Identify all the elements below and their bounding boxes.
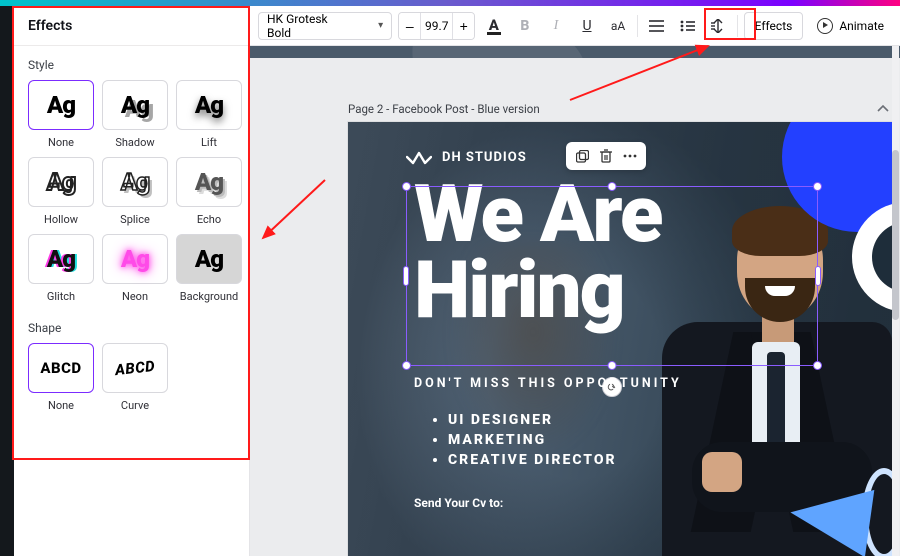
style-label: Echo bbox=[197, 213, 221, 226]
style-label: Shadow bbox=[115, 136, 154, 149]
style-background[interactable]: Ag bbox=[176, 234, 242, 284]
selection-box[interactable]: ⟳ bbox=[406, 186, 818, 366]
style-glitch[interactable]: Ag bbox=[28, 234, 94, 284]
animate-button[interactable]: Animate bbox=[809, 12, 892, 40]
element-context-toolbar bbox=[566, 142, 646, 170]
text-color-button[interactable]: A bbox=[481, 12, 506, 40]
style-shadow[interactable]: Ag bbox=[102, 80, 168, 130]
animate-icon bbox=[817, 18, 833, 34]
shape-grid: ABCD None ABCD Curve bbox=[14, 343, 249, 412]
toolbar-divider bbox=[637, 15, 638, 37]
resize-handle-r[interactable] bbox=[815, 266, 821, 286]
resize-handle-tr[interactable] bbox=[813, 182, 822, 191]
chevron-down-icon: ▾ bbox=[378, 20, 383, 31]
shape-label: None bbox=[48, 399, 74, 412]
style-grid: Ag None Ag Shadow Ag Lift Ag Hollow Ag Splice… bbox=[14, 80, 249, 309]
resize-handle-bm[interactable] bbox=[608, 361, 617, 370]
list-item: MARKETING bbox=[448, 432, 617, 448]
duplicate-icon bbox=[576, 150, 589, 163]
spacing-button[interactable] bbox=[706, 12, 731, 40]
shape-none[interactable]: ABCD bbox=[28, 343, 94, 393]
style-hollow[interactable]: Ag bbox=[28, 157, 94, 207]
delete-button[interactable] bbox=[595, 145, 617, 167]
duplicate-button[interactable] bbox=[571, 145, 593, 167]
trash-icon bbox=[600, 149, 612, 163]
page-header: Page 2 - Facebook Post - Blue version bbox=[348, 98, 892, 120]
style-label: Hollow bbox=[44, 213, 78, 226]
align-button[interactable] bbox=[644, 12, 669, 40]
brand-logo-icon bbox=[406, 148, 432, 166]
style-label: None bbox=[48, 136, 74, 149]
bold-button[interactable]: B bbox=[512, 12, 537, 40]
style-label: Glitch bbox=[47, 290, 75, 303]
shape-section-label: Shape bbox=[14, 309, 249, 343]
style-echo[interactable]: Ag bbox=[176, 157, 242, 207]
text-toolbar: HK Grotesk Bold ▾ – 99.7 + A B I U aA Ef… bbox=[250, 6, 900, 46]
resize-handle-tm[interactable] bbox=[608, 182, 617, 191]
app-rail bbox=[0, 6, 14, 556]
prev-page-sliver bbox=[250, 46, 900, 58]
more-icon bbox=[623, 154, 637, 158]
scrollbar-thumb[interactable] bbox=[892, 150, 899, 320]
page-title: Page 2 - Facebook Post - Blue version bbox=[348, 102, 540, 116]
font-family-value: HK Grotesk Bold bbox=[267, 12, 350, 40]
style-neon[interactable]: Ag bbox=[102, 234, 168, 284]
bullet-list[interactable]: UI DESIGNER MARKETING CREATIVE DIRECTOR bbox=[448, 412, 617, 472]
toolbar-divider bbox=[737, 15, 738, 37]
color-swatch-icon bbox=[487, 32, 501, 35]
effects-button[interactable]: Effects bbox=[744, 12, 804, 40]
font-size-minus[interactable]: – bbox=[399, 12, 420, 40]
style-label: Lift bbox=[201, 136, 217, 149]
spacing-icon bbox=[711, 19, 725, 33]
list-icon bbox=[680, 20, 695, 32]
style-label: Splice bbox=[120, 213, 150, 226]
effects-panel-title: Effects bbox=[14, 6, 249, 46]
cv-line[interactable]: Send Your Cv to: bbox=[414, 496, 503, 510]
style-splice[interactable]: Ag bbox=[102, 157, 168, 207]
resize-handle-br[interactable] bbox=[813, 361, 822, 370]
style-none[interactable]: Ag bbox=[28, 80, 94, 130]
more-button[interactable] bbox=[619, 145, 641, 167]
list-button[interactable] bbox=[675, 12, 700, 40]
font-size-value[interactable]: 99.7 bbox=[420, 12, 453, 40]
artboard[interactable]: DH STUDIOS We Are Hiring ⟳ DON'T MISS TH… bbox=[348, 122, 892, 556]
italic-button[interactable]: I bbox=[543, 12, 568, 40]
font-size-stepper: – 99.7 + bbox=[398, 12, 475, 40]
resize-handle-bl[interactable] bbox=[402, 361, 411, 370]
resize-handle-l[interactable] bbox=[403, 266, 409, 286]
effects-panel: Effects Style Ag None Ag Shadow Ag Lift Ag H… bbox=[14, 6, 250, 556]
chevron-up-icon bbox=[877, 103, 889, 115]
list-item: UI DESIGNER bbox=[448, 412, 617, 428]
brand-row: DH STUDIOS bbox=[406, 148, 527, 166]
uppercase-button[interactable]: aA bbox=[606, 12, 631, 40]
list-item: CREATIVE DIRECTOR bbox=[448, 452, 617, 468]
underline-button[interactable]: U bbox=[574, 12, 599, 40]
shape-label: Curve bbox=[121, 399, 149, 412]
align-icon bbox=[649, 20, 664, 32]
brand-name: DH STUDIOS bbox=[442, 150, 527, 165]
font-family-dropdown[interactable]: HK Grotesk Bold ▾ bbox=[258, 12, 392, 40]
collapse-page-button[interactable] bbox=[874, 100, 892, 118]
shape-curve[interactable]: ABCD bbox=[102, 343, 168, 393]
style-section-label: Style bbox=[14, 46, 249, 80]
decor-megaphone-icon bbox=[790, 464, 892, 556]
style-label: Neon bbox=[122, 290, 148, 303]
style-label: Background bbox=[180, 290, 238, 303]
font-size-plus[interactable]: + bbox=[453, 12, 474, 40]
style-lift[interactable]: Ag bbox=[176, 80, 242, 130]
resize-handle-tl[interactable] bbox=[402, 182, 411, 191]
subheadline[interactable]: DON'T MISS THIS OPPORTUNITY bbox=[414, 376, 682, 391]
